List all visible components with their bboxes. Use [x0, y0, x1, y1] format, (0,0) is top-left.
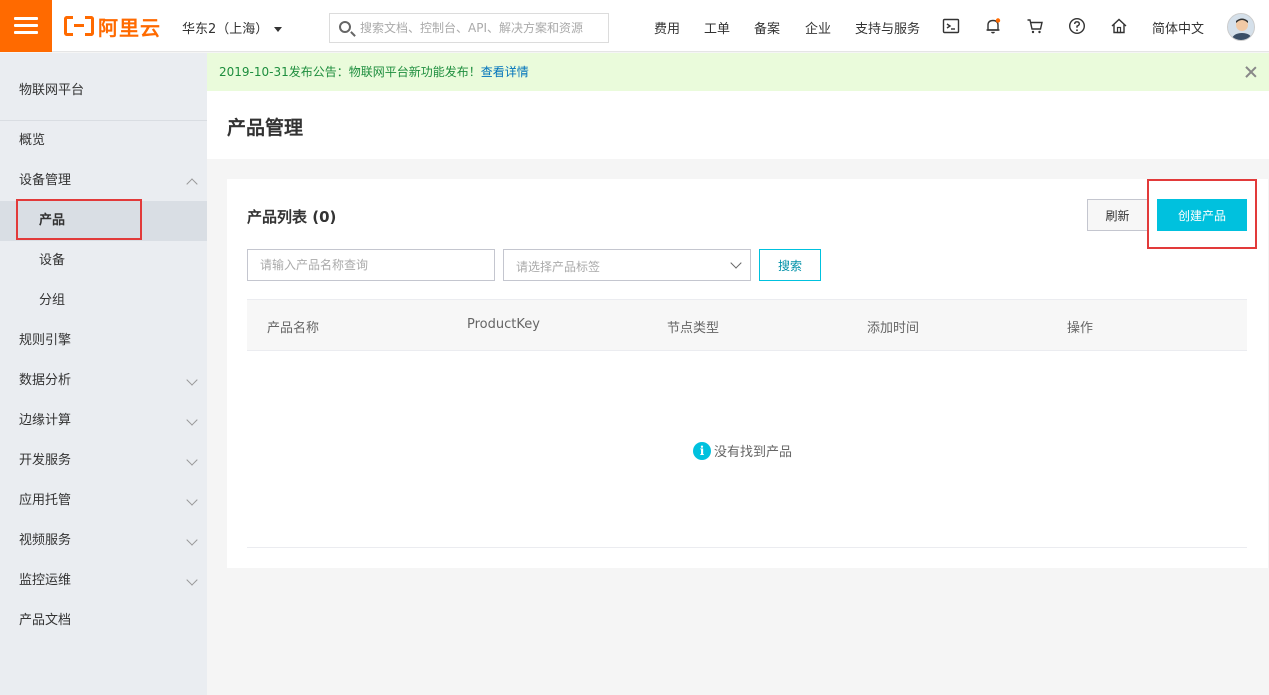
sidebar-item-overview[interactable]: 概览 [0, 121, 207, 161]
nav-link-enterprise[interactable]: 企业 [805, 18, 831, 37]
search-button[interactable]: 搜索 [759, 249, 821, 281]
product-tag-select[interactable]: 请选择产品标签 [503, 249, 751, 281]
sidebar-item-label: 分组 [39, 293, 66, 308]
sidebar-item-label: 产品文档 [19, 613, 72, 628]
announcement-banner: 2019-10-31发布公告：物联网平台新功能发布！查看详情 [207, 53, 1269, 91]
sidebar-item-groups[interactable]: 分组 [0, 281, 207, 321]
sidebar-item-product-docs[interactable]: 产品文档 [0, 601, 207, 641]
chevron-up-icon [186, 178, 198, 190]
sidebar-item-label: 应用托管 [19, 493, 72, 508]
product-list-card: 产品列表 (0) 刷新 创建产品 请选择产品标签 搜索 产品名称 Product… [227, 179, 1268, 568]
global-search[interactable] [329, 13, 609, 43]
sidebar-item-video-services[interactable]: 视频服务 [0, 521, 207, 561]
bell-icon[interactable] [984, 17, 1002, 35]
chevron-down-icon [186, 534, 198, 546]
nav-link-tickets[interactable]: 工单 [704, 18, 730, 37]
logo-text: 阿里云 [98, 15, 161, 40]
sidebar-item-data-analysis[interactable]: 数据分析 [0, 361, 207, 401]
chevron-down-icon [186, 454, 198, 466]
sidebar-item-label: 监控运维 [19, 573, 72, 588]
home-icon[interactable] [1110, 17, 1128, 35]
region-label: 华东2（上海） [182, 22, 269, 37]
announcement-text: 2019-10-31发布公告：物联网平台新功能发布！ [219, 65, 481, 79]
chevron-down-icon [186, 414, 198, 426]
sidebar: 物联网平台 概览 设备管理 产品 设备 分组 规则引擎 数据分析 边缘计算 开发… [0, 53, 207, 695]
sidebar-title: 物联网平台 [19, 83, 85, 98]
avatar[interactable] [1227, 13, 1255, 41]
table-header: 产品名称 ProductKey 节点类型 添加时间 操作 [247, 299, 1247, 351]
empty-state: i 没有找到产品 [693, 441, 792, 460]
sidebar-item-label: 规则引擎 [19, 333, 72, 348]
help-icon[interactable] [1068, 17, 1086, 35]
refresh-button[interactable]: 刷新 [1087, 199, 1148, 231]
page-header: 产品管理 [207, 91, 1269, 159]
announcement-link[interactable]: 查看详情 [481, 65, 529, 79]
sidebar-item-dev-services[interactable]: 开发服务 [0, 441, 207, 481]
sidebar-item-label: 设备 [39, 253, 66, 268]
language-selector[interactable]: 简体中文 [1152, 18, 1204, 37]
create-product-button[interactable]: 创建产品 [1157, 199, 1247, 231]
page-title: 产品管理 [227, 117, 304, 139]
product-tag-placeholder: 请选择产品标签 [516, 260, 601, 274]
sidebar-item-devices[interactable]: 设备 [0, 241, 207, 281]
user-avatar-icon [1228, 14, 1254, 40]
column-header-node-type: 节点类型 [667, 321, 720, 336]
sidebar-item-label: 边缘计算 [19, 413, 72, 428]
sidebar-item-products[interactable]: 产品 [0, 201, 207, 241]
chevron-down-icon [186, 494, 198, 506]
sidebar-item-label: 设备管理 [19, 173, 72, 188]
product-list-title: 产品列表 (0) [247, 208, 337, 226]
sidebar-item-device-management[interactable]: 设备管理 [0, 161, 207, 201]
aliyun-logo[interactable]: 阿里云 [64, 14, 161, 40]
sidebar-item-monitoring[interactable]: 监控运维 [0, 561, 207, 601]
sidebar-item-edge-computing[interactable]: 边缘计算 [0, 401, 207, 441]
nav-link-icp[interactable]: 备案 [754, 18, 780, 37]
column-header-added-time: 添加时间 [867, 321, 920, 336]
empty-state-text: 没有找到产品 [714, 445, 793, 460]
nav-link-support[interactable]: 支持与服务 [855, 18, 920, 37]
table-bottom-divider [247, 547, 1247, 548]
sidebar-item-label: 视频服务 [19, 533, 72, 548]
nav-link-billing[interactable]: 费用 [654, 18, 680, 37]
sidebar-item-label: 开发服务 [19, 453, 72, 468]
terminal-icon[interactable] [942, 17, 960, 35]
info-icon: i [693, 441, 711, 460]
sidebar-item-app-hosting[interactable]: 应用托管 [0, 481, 207, 521]
top-bar: 阿里云 华东2（上海） 费用 工单 备案 企业 支持与服务 简体中文 [0, 0, 1269, 52]
cart-icon[interactable] [1026, 17, 1044, 35]
sidebar-item-label: 产品 [39, 213, 66, 228]
close-icon[interactable] [1245, 66, 1257, 78]
aliyun-logo-icon [64, 16, 94, 36]
chevron-down-icon [186, 574, 198, 586]
product-name-search-input[interactable] [247, 249, 495, 281]
column-header-product-name: 产品名称 [267, 321, 320, 336]
column-header-product-key: ProductKey [467, 317, 540, 332]
global-search-input[interactable] [360, 14, 605, 42]
caret-down-icon [274, 27, 283, 32]
region-selector[interactable]: 华东2（上海） [182, 18, 283, 37]
column-header-actions: 操作 [1067, 321, 1094, 336]
sidebar-item-label: 概览 [19, 133, 46, 148]
chevron-down-icon [186, 374, 198, 386]
chevron-down-icon [730, 257, 742, 269]
sidebar-item-rules-engine[interactable]: 规则引擎 [0, 321, 207, 361]
menu-icon[interactable] [0, 0, 52, 52]
sidebar-item-label: 数据分析 [19, 373, 72, 388]
search-icon [339, 21, 351, 33]
